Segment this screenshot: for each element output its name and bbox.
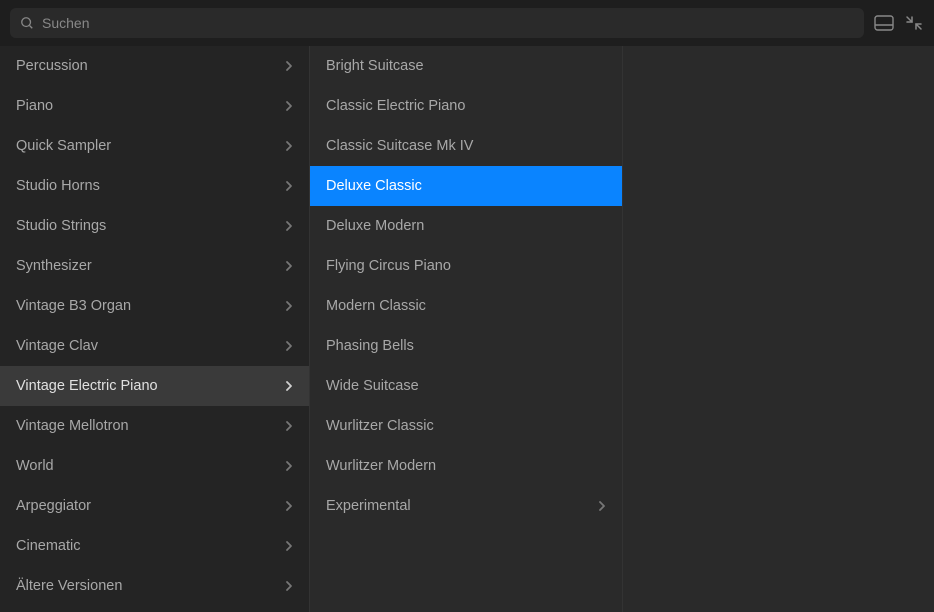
preset-item[interactable]: Experimental <box>310 486 622 526</box>
preset-item[interactable]: Wide Suitcase <box>310 366 622 406</box>
category-item[interactable]: Synthesizer <box>0 246 309 286</box>
preset-item[interactable]: Wurlitzer Modern <box>310 446 622 486</box>
chevron-right-icon <box>285 380 293 392</box>
category-label: Studio Horns <box>16 178 100 194</box>
search-icon <box>20 16 34 30</box>
preset-item[interactable]: Flying Circus Piano <box>310 246 622 286</box>
preset-item[interactable]: Deluxe Modern <box>310 206 622 246</box>
category-label: Vintage Electric Piano <box>16 378 158 394</box>
category-item[interactable]: Vintage B3 Organ <box>0 286 309 326</box>
category-label: Studio Strings <box>16 218 106 234</box>
chevron-right-icon <box>285 500 293 512</box>
preset-item[interactable]: Wurlitzer Classic <box>310 406 622 446</box>
preset-item[interactable]: Classic Suitcase Mk IV <box>310 126 622 166</box>
category-label: Arpeggiator <box>16 498 91 514</box>
category-item[interactable]: World <box>0 446 309 486</box>
preset-item[interactable]: Classic Electric Piano <box>310 86 622 126</box>
preset-label: Phasing Bells <box>326 338 414 354</box>
category-label: Ältere Versionen <box>16 578 122 594</box>
preset-label: Wurlitzer Modern <box>326 458 436 474</box>
category-label: Quick Sampler <box>16 138 111 154</box>
chevron-right-icon <box>285 180 293 192</box>
preset-item[interactable]: Bright Suitcase <box>310 46 622 86</box>
category-item[interactable]: Vintage Electric Piano <box>0 366 309 406</box>
preset-label: Experimental <box>326 498 411 514</box>
preset-item[interactable]: Deluxe Classic <box>310 166 622 206</box>
category-label: Vintage B3 Organ <box>16 298 131 314</box>
category-column: Percussion Piano Quick Sampler Studio Horns… <box>0 46 310 612</box>
preset-label: Flying Circus Piano <box>326 258 451 274</box>
category-item[interactable]: Piano <box>0 86 309 126</box>
preset-item[interactable]: Phasing Bells <box>310 326 622 366</box>
category-label: Piano <box>16 98 53 114</box>
category-label: Vintage Mellotron <box>16 418 129 434</box>
preset-label: Deluxe Classic <box>326 178 422 194</box>
chevron-right-icon <box>285 60 293 72</box>
preset-label: Wide Suitcase <box>326 378 419 394</box>
chevron-right-icon <box>285 580 293 592</box>
category-item[interactable]: Studio Strings <box>0 206 309 246</box>
category-item[interactable]: Percussion <box>0 46 309 86</box>
category-item[interactable]: Vintage Mellotron <box>0 406 309 446</box>
chevron-right-icon <box>285 100 293 112</box>
preset-label: Deluxe Modern <box>326 218 424 234</box>
category-item[interactable]: Arpeggiator <box>0 486 309 526</box>
search-input[interactable] <box>42 15 854 31</box>
browser-columns: Percussion Piano Quick Sampler Studio Horns… <box>0 46 934 612</box>
preset-item[interactable]: Modern Classic <box>310 286 622 326</box>
collapse-icon[interactable] <box>904 13 924 33</box>
preset-label: Wurlitzer Classic <box>326 418 434 434</box>
chevron-right-icon <box>285 540 293 552</box>
preset-label: Modern Classic <box>326 298 426 314</box>
chevron-right-icon <box>285 300 293 312</box>
chevron-right-icon <box>285 460 293 472</box>
category-label: Cinematic <box>16 538 80 554</box>
category-label: Synthesizer <box>16 258 92 274</box>
search-container[interactable] <box>10 8 864 38</box>
chevron-right-icon <box>285 340 293 352</box>
chevron-right-icon <box>285 220 293 232</box>
preset-label: Classic Suitcase Mk IV <box>326 138 473 154</box>
category-item[interactable]: Quick Sampler <box>0 126 309 166</box>
category-item[interactable]: Cinematic <box>0 526 309 566</box>
category-item[interactable]: Ältere Versionen <box>0 566 309 606</box>
preset-label: Bright Suitcase <box>326 58 424 74</box>
category-label: Vintage Clav <box>16 338 98 354</box>
panel-icon[interactable] <box>874 13 894 33</box>
chevron-right-icon <box>285 140 293 152</box>
chevron-right-icon <box>285 420 293 432</box>
toolbar <box>0 0 934 46</box>
chevron-right-icon <box>285 260 293 272</box>
preset-label: Classic Electric Piano <box>326 98 465 114</box>
category-item[interactable]: Vintage Clav <box>0 326 309 366</box>
preset-column: Bright Suitcase Classic Electric Piano Cla… <box>310 46 623 612</box>
detail-column <box>623 46 934 612</box>
category-label: Percussion <box>16 58 88 74</box>
category-label: World <box>16 458 54 474</box>
chevron-right-icon <box>598 500 606 512</box>
category-item[interactable]: Studio Horns <box>0 166 309 206</box>
